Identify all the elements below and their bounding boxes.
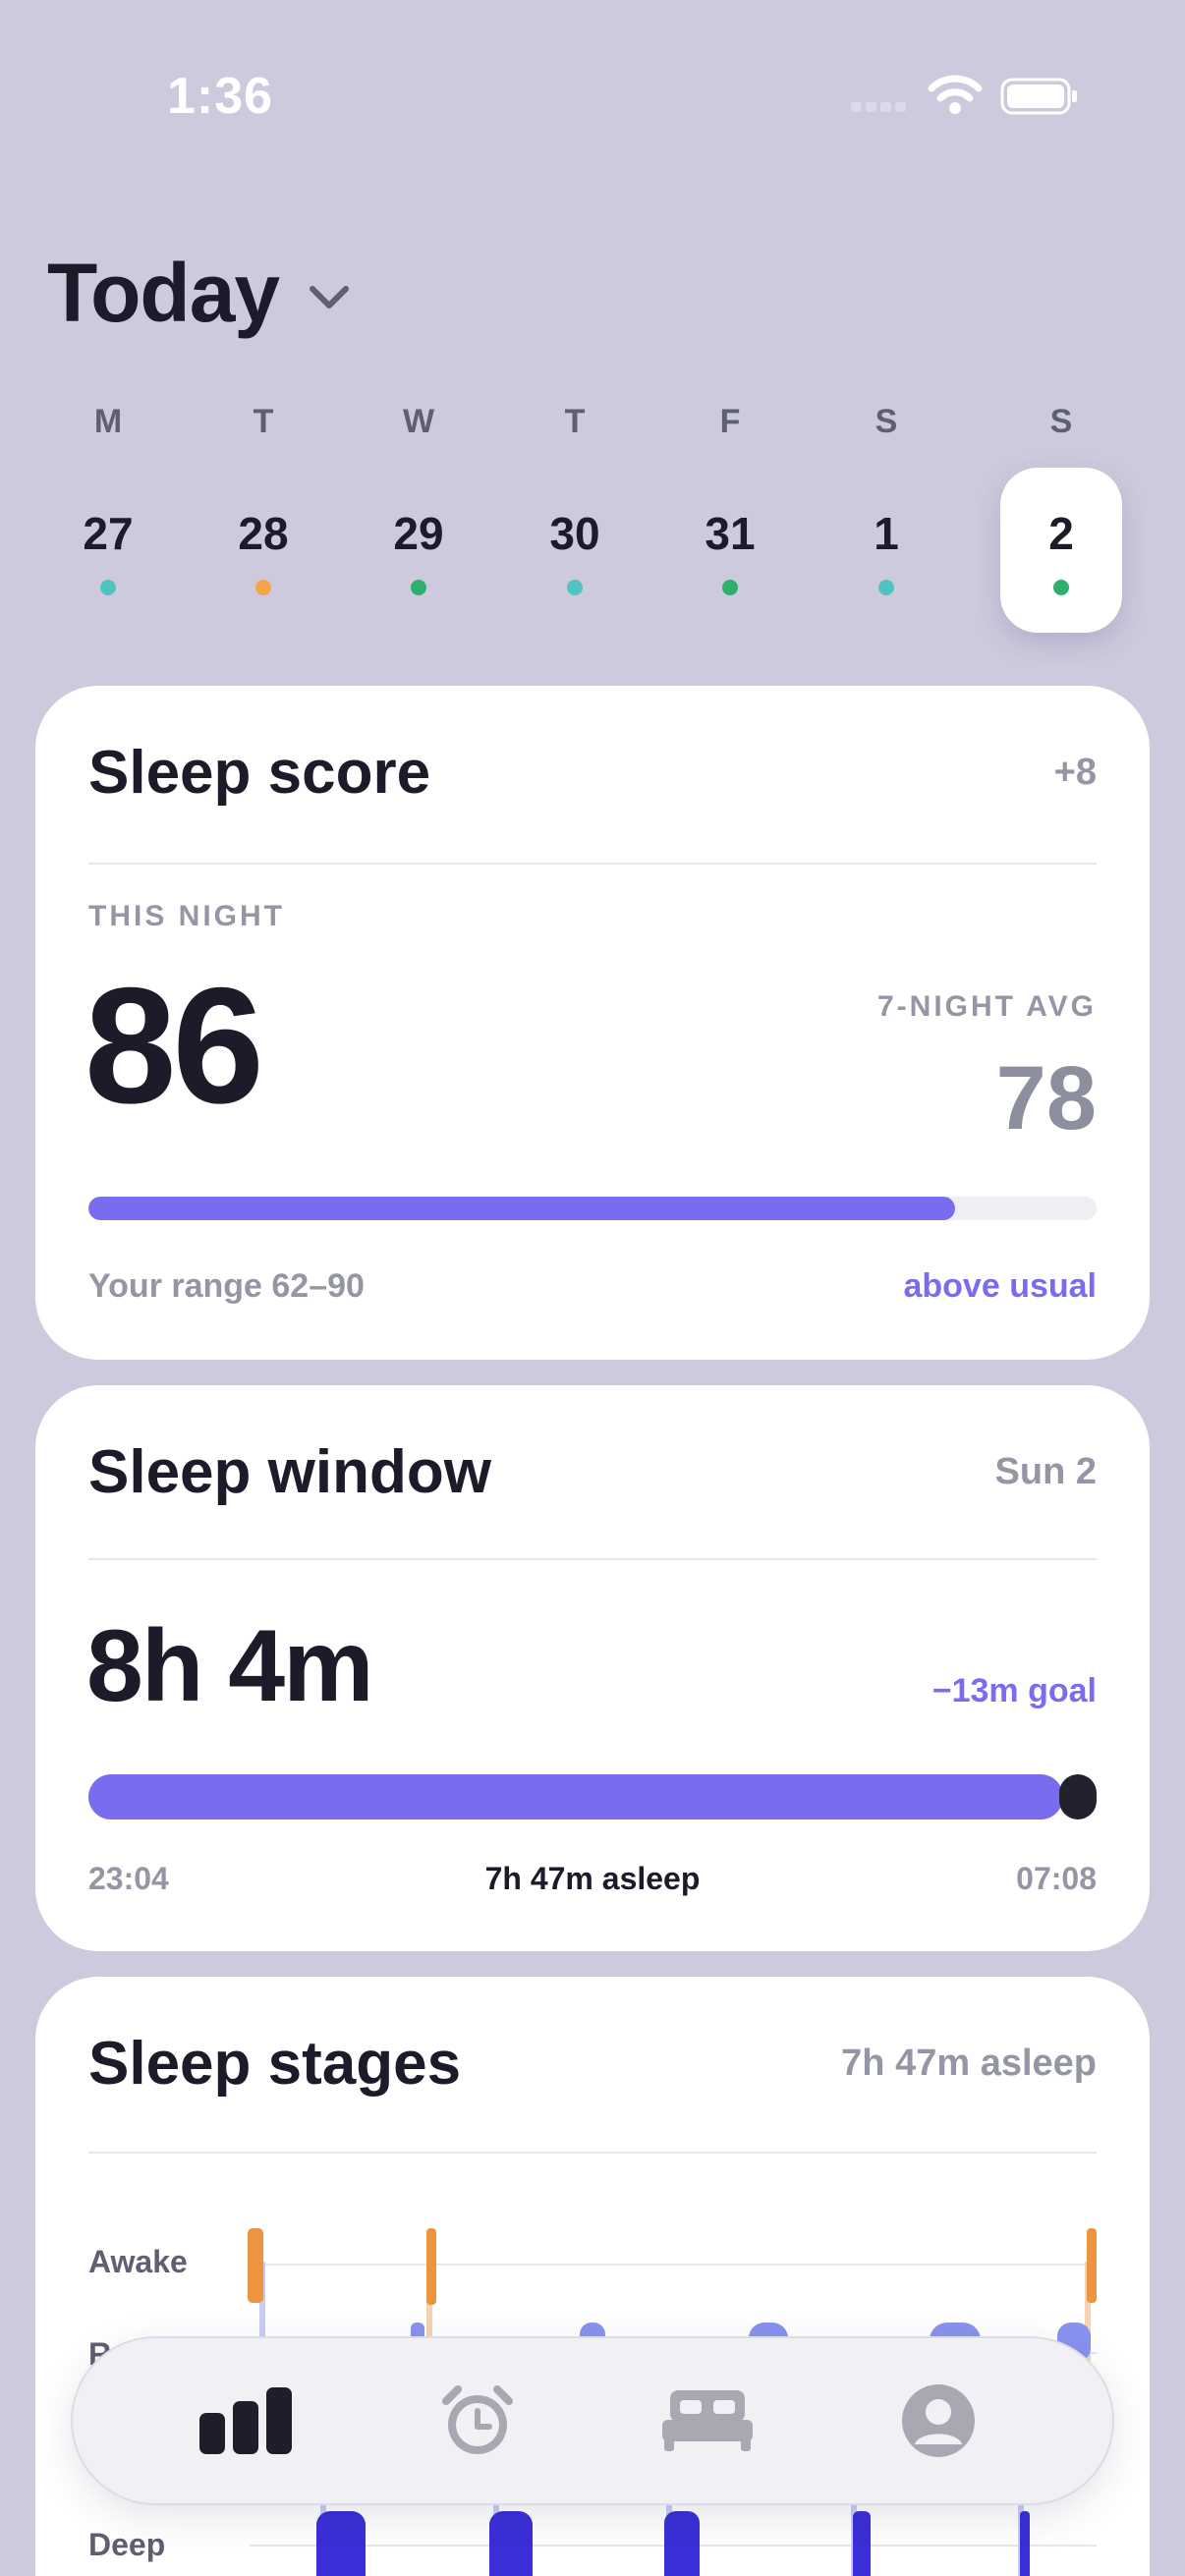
stats-icon — [199, 2387, 293, 2454]
day-sat[interactable]: S 1 — [825, 393, 947, 639]
deep-segment — [664, 2511, 700, 2576]
deep-segment — [853, 2511, 871, 2576]
bed-icon — [662, 2390, 754, 2451]
profile-icon — [901, 2384, 975, 2457]
score-delta: +8 — [1053, 751, 1097, 793]
this-night-label: THIS NIGHT — [88, 900, 285, 932]
bottom-nav — [71, 2336, 1114, 2505]
range-text: Your range 62–90 — [88, 1267, 365, 1305]
day-tue[interactable]: T 28 — [202, 393, 324, 639]
awake-segment — [1087, 2228, 1097, 2303]
status-text: above usual — [903, 1267, 1097, 1305]
deep-segment — [1020, 2511, 1030, 2576]
week-strip: M 27 T 28 W 29 T 30 F 31 S 1 S 2 — [47, 393, 1138, 639]
day-letter: F — [719, 403, 741, 440]
day-number: 29 — [393, 508, 444, 559]
day-fri[interactable]: F 31 — [669, 393, 791, 639]
deep-segment — [316, 2511, 366, 2576]
sleep-score-value: 86 — [85, 953, 264, 1138]
card-header: Sleep window Sun 2 — [88, 1438, 1097, 1506]
nav-stats-button[interactable] — [188, 2362, 306, 2480]
awake-segment — [426, 2228, 436, 2305]
window-start: 23:04 — [88, 1861, 169, 1896]
status-time: 1:36 — [167, 68, 274, 125]
day-number: 1 — [874, 508, 899, 559]
day-sun[interactable]: S 2 — [1000, 393, 1122, 639]
day-number: 2 — [1048, 508, 1074, 559]
signal-icon — [851, 102, 906, 114]
status-bar: 1:36 — [0, 0, 1185, 196]
sleep-score-card[interactable]: Sleep score +8 THIS NIGHT 86 7-NIGHT AVG… — [35, 686, 1150, 1360]
avg-value: 78 — [995, 1048, 1097, 1148]
day-cell: 30 — [514, 468, 636, 633]
day-status-dot — [411, 580, 426, 595]
divider — [88, 1558, 1097, 1560]
day-letter: M — [93, 403, 123, 440]
day-cell: 29 — [358, 468, 480, 633]
day-letter: S — [1049, 403, 1073, 440]
day-status-dot — [567, 580, 583, 595]
wifi-icon — [928, 75, 983, 114]
window-end: 07:08 — [1016, 1861, 1097, 1896]
date-picker-toggle[interactable]: Today — [47, 246, 354, 341]
day-wed[interactable]: W 29 — [358, 393, 480, 639]
score-progress-fill — [88, 1197, 956, 1220]
day-cell: 27 — [47, 468, 169, 633]
goal-delta: −13m goal — [931, 1672, 1097, 1709]
day-letter: T — [564, 403, 586, 440]
nav-bed-button[interactable] — [649, 2362, 766, 2480]
day-number: 27 — [83, 508, 134, 559]
divider — [88, 863, 1097, 865]
day-cell: 28 — [202, 468, 324, 633]
day-thu[interactable]: T 30 — [514, 393, 636, 639]
window-duration: 8h 4m — [86, 1609, 374, 1723]
chevron-down-icon — [310, 285, 350, 308]
window-fill — [88, 1774, 1063, 1820]
card-title: Sleep score — [88, 738, 431, 807]
asleep-text: 7h 47m asleep — [484, 1861, 701, 1896]
day-number: 31 — [705, 508, 756, 559]
day-number: 28 — [238, 508, 289, 559]
alarm-icon — [441, 2385, 513, 2454]
nav-profile-button[interactable] — [879, 2362, 997, 2480]
day-cell: 1 — [825, 468, 947, 633]
window-end-marker — [1059, 1774, 1097, 1820]
battery-icon — [1000, 78, 1077, 115]
window-date: Sun 2 — [994, 1450, 1097, 1492]
score-progress-bar — [88, 1197, 1097, 1220]
day-cell: 31 — [669, 468, 791, 633]
day-letter: T — [253, 403, 274, 440]
page-title: Today — [47, 247, 280, 339]
day-status-dot — [878, 580, 894, 595]
day-number: 30 — [549, 508, 600, 559]
day-mon[interactable]: M 27 — [47, 393, 169, 639]
window-bar — [88, 1774, 1097, 1820]
card-header: Sleep score +8 — [88, 739, 1097, 807]
day-letter: W — [402, 403, 435, 440]
day-letter: S — [875, 403, 898, 440]
card-title: Sleep window — [88, 1437, 491, 1506]
day-status-dot — [255, 580, 271, 595]
sleep-window-card[interactable]: Sleep window Sun 2 8h 4m −13m goal 7h 47… — [35, 1385, 1150, 1951]
nav-alarm-button[interactable] — [419, 2362, 536, 2480]
day-status-dot — [722, 580, 738, 595]
day-status-dot — [100, 580, 116, 595]
day-status-dot — [1053, 580, 1069, 595]
avg-label: 7-NIGHT AVG — [876, 990, 1097, 1023]
day-cell: 2 — [1000, 468, 1122, 633]
awake-segment — [248, 2228, 263, 2303]
deep-segment — [489, 2511, 533, 2576]
